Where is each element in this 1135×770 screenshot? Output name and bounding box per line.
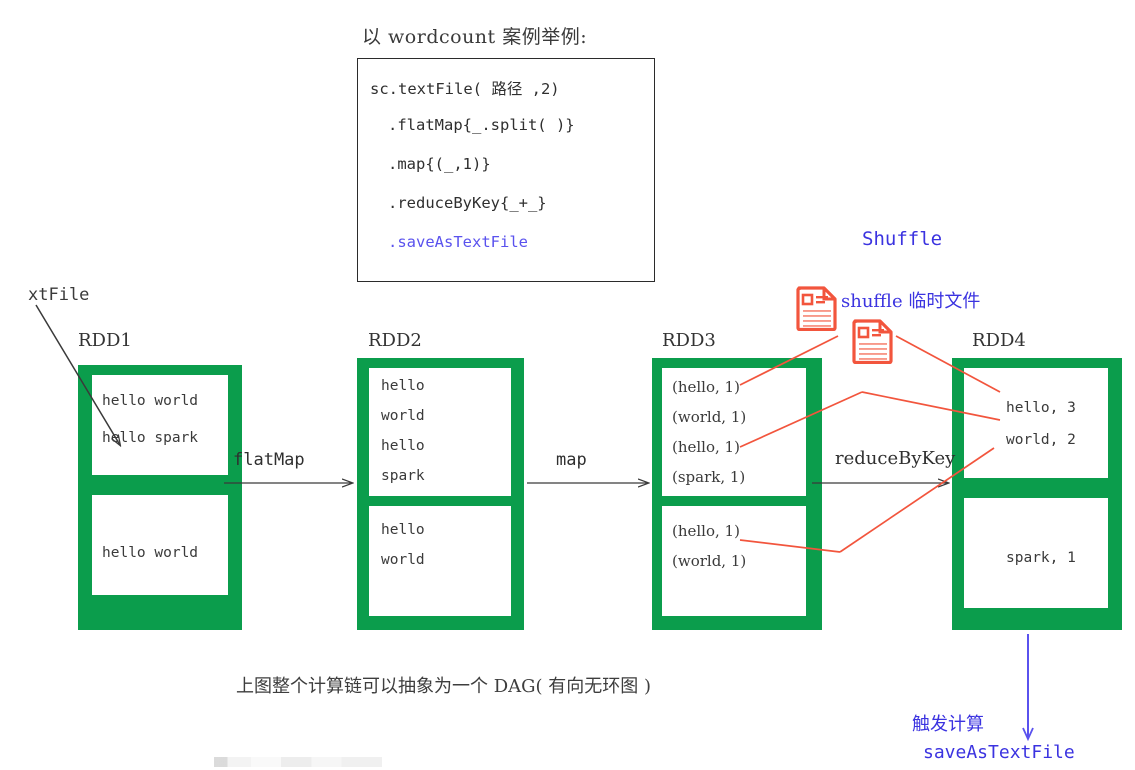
rdd1-cell-0-1: hello spark <box>102 430 199 446</box>
page-title: 以 wordcount 案例举例: <box>362 26 588 48</box>
rdd1-cell-1-0: hello world <box>102 545 199 561</box>
code-block: sc.textFile( 路径 ,2) .flatMap{_.split( )}… <box>357 58 655 282</box>
rdd1-label: RDD1 <box>78 330 132 351</box>
rdd3-cell-1-1: (world, 1) <box>672 552 747 570</box>
rdd3-partition-1: (hello, 1) (world, 1) <box>662 506 806 616</box>
bottom-image-artifact <box>214 757 382 767</box>
rdd2-cell-0-1: world <box>381 408 425 424</box>
rdd4-partition-1: spark, 1 <box>964 498 1108 608</box>
rdd1-partition-1: hello world <box>92 495 228 595</box>
rdd2-cell-0-2: hello <box>381 438 425 454</box>
rdd2-cell-0-0: hello <box>381 378 425 394</box>
rdd2-partition-1: hello world <box>369 506 511 616</box>
rdd3-cell-0-0: (hello, 1) <box>672 378 740 396</box>
rdd4-cell-1-0: spark, 1 <box>1006 550 1076 566</box>
rdd3-cell-0-3: (spark, 1) <box>672 468 746 486</box>
save-action-label: saveAsTextFile <box>923 742 1075 763</box>
code-line-3: .reduceByKey{_+_} <box>388 194 547 212</box>
rdd4-cell-0-0: hello, 3 <box>1006 400 1076 416</box>
rdd2-cell-1-0: hello <box>381 522 425 538</box>
transform-label-flatmap: flatMap <box>233 450 305 470</box>
rdd2-cell-0-3: spark <box>381 468 425 484</box>
rdd2-box: hello world hello spark hello world <box>357 358 524 630</box>
rdd3-label: RDD3 <box>662 330 716 351</box>
rdd2-partition-0: hello world hello spark <box>369 368 511 496</box>
rdd4-box: hello, 3 world, 2 spark, 1 <box>952 358 1122 630</box>
transform-label-reducebykey: reduceByKey <box>835 448 956 469</box>
trigger-compute-label: 触发计算 <box>912 714 984 735</box>
shuffle-file-icon-1 <box>795 285 839 335</box>
code-line-0: sc.textFile( 路径 ,2) <box>370 80 560 98</box>
rdd4-cell-0-1: world, 2 <box>1006 432 1076 448</box>
rdd4-label: RDD4 <box>972 330 1026 351</box>
rdd3-cell-1-0: (hello, 1) <box>672 522 740 540</box>
rdd3-box: (hello, 1) (world, 1) (hello, 1) (spark,… <box>652 358 822 630</box>
shuffle-temp-files-label: shuffle 临时文件 <box>841 291 981 312</box>
rdd3-cell-0-1: (world, 1) <box>672 408 747 426</box>
rdd1-cell-0-0: hello world <box>102 393 199 409</box>
source-file-label: xtFile <box>28 285 90 305</box>
shuffle-title: Shuffle <box>862 228 943 250</box>
transform-label-map: map <box>556 450 587 470</box>
rdd2-label: RDD2 <box>368 330 422 351</box>
rdd3-partition-0: (hello, 1) (world, 1) (hello, 1) (spark,… <box>662 368 806 496</box>
rdd1-partition-0: hello world hello spark <box>92 375 228 475</box>
shuffle-file-icon-2 <box>851 318 895 368</box>
code-line-1: .flatMap{_.split( )} <box>388 116 575 134</box>
code-line-2: .map{(_,1)} <box>388 155 491 173</box>
rdd1-box: hello world hello spark hello world <box>78 365 242 630</box>
rdd3-cell-0-2: (hello, 1) <box>672 438 740 456</box>
rdd2-cell-1-1: world <box>381 552 425 568</box>
code-line-4: .saveAsTextFile <box>388 233 528 251</box>
dag-caption: 上图整个计算链可以抽象为一个 DAG( 有向无环图 ) <box>236 676 652 697</box>
rdd4-partition-0: hello, 3 world, 2 <box>964 368 1108 478</box>
